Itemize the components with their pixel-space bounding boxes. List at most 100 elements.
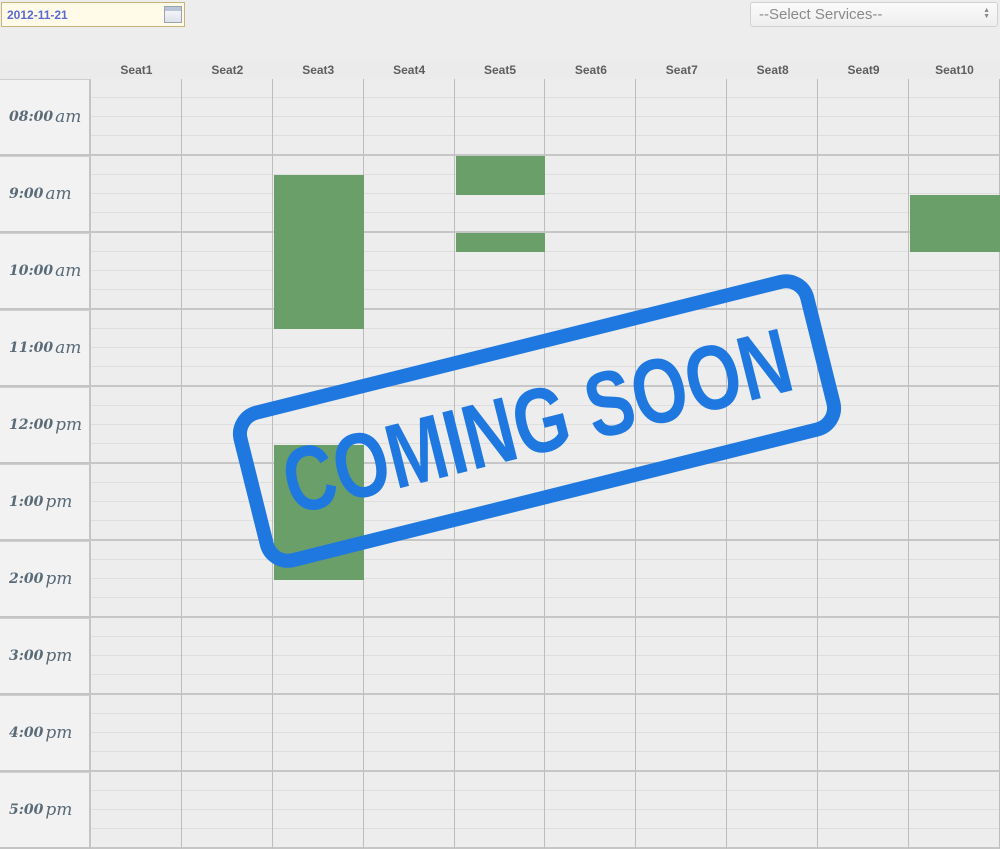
calendar-icon[interactable] bbox=[164, 6, 182, 23]
time-slot-cell[interactable] bbox=[545, 79, 637, 156]
time-slot-cell[interactable] bbox=[363, 233, 455, 310]
time-slot-cell[interactable] bbox=[636, 541, 728, 618]
time-slot-cell[interactable] bbox=[91, 387, 182, 464]
time-slot-cell[interactable] bbox=[91, 464, 182, 541]
time-slot-cell[interactable] bbox=[454, 772, 546, 849]
time-slot-cell[interactable] bbox=[91, 79, 182, 156]
time-slot-cell[interactable] bbox=[818, 310, 910, 387]
time-slot-cell[interactable] bbox=[727, 233, 819, 310]
time-slot-cell[interactable] bbox=[727, 695, 819, 772]
time-slot-cell[interactable] bbox=[363, 695, 455, 772]
time-slot-cell[interactable] bbox=[727, 79, 819, 156]
time-slot-cell[interactable] bbox=[363, 156, 455, 233]
time-slot-cell[interactable] bbox=[636, 695, 728, 772]
date-value[interactable]: 2012-11-21 bbox=[7, 8, 68, 22]
time-slot-cell[interactable] bbox=[909, 387, 1000, 464]
time-slot-cell[interactable] bbox=[818, 618, 910, 695]
time-slot-cell[interactable] bbox=[727, 618, 819, 695]
time-slot-cell[interactable] bbox=[636, 772, 728, 849]
time-slot-cell[interactable] bbox=[545, 233, 637, 310]
time-slot-cell[interactable] bbox=[272, 79, 364, 156]
time-slot-cell[interactable] bbox=[818, 695, 910, 772]
time-slot-cell[interactable] bbox=[545, 541, 637, 618]
time-slot-cell[interactable] bbox=[818, 464, 910, 541]
booking-block[interactable] bbox=[455, 156, 546, 195]
time-slot-cell[interactable] bbox=[454, 541, 546, 618]
time-slot-cell[interactable] bbox=[91, 772, 182, 849]
time-slot-cell[interactable] bbox=[181, 310, 273, 387]
time-slot-cell[interactable] bbox=[181, 79, 273, 156]
time-slot-cell[interactable] bbox=[545, 618, 637, 695]
time-slot-cell[interactable] bbox=[818, 233, 910, 310]
time-slot-cell[interactable] bbox=[727, 156, 819, 233]
time-slot-cell[interactable] bbox=[818, 156, 910, 233]
time-slot-cell[interactable] bbox=[181, 695, 273, 772]
time-slot-cell[interactable] bbox=[181, 618, 273, 695]
time-slot-cell[interactable] bbox=[363, 541, 455, 618]
time-slot-cell[interactable] bbox=[363, 310, 455, 387]
time-slot-cell[interactable] bbox=[363, 464, 455, 541]
time-slot-cell[interactable] bbox=[636, 79, 728, 156]
time-slot-cell[interactable] bbox=[454, 387, 546, 464]
time-slot-cell[interactable] bbox=[818, 541, 910, 618]
time-slot-cell[interactable] bbox=[454, 79, 546, 156]
time-slot-cell[interactable] bbox=[363, 79, 455, 156]
time-slot-cell[interactable] bbox=[545, 772, 637, 849]
booking-block[interactable] bbox=[273, 175, 364, 330]
time-slot-cell[interactable] bbox=[909, 772, 1000, 849]
time-slot-cell[interactable] bbox=[727, 387, 819, 464]
time-slot-cell[interactable] bbox=[545, 695, 637, 772]
time-slot-cell[interactable] bbox=[91, 156, 182, 233]
time-slot-cell[interactable] bbox=[909, 79, 1000, 156]
time-slot-cell[interactable] bbox=[636, 156, 728, 233]
time-slot-cell[interactable] bbox=[909, 464, 1000, 541]
time-slot-cell[interactable] bbox=[818, 387, 910, 464]
booking-block[interactable] bbox=[910, 194, 1000, 253]
time-slot-cell[interactable] bbox=[363, 618, 455, 695]
time-slot-cell[interactable] bbox=[363, 387, 455, 464]
time-slot-cell[interactable] bbox=[454, 464, 546, 541]
time-slot-cell[interactable] bbox=[727, 541, 819, 618]
time-slot-cell[interactable] bbox=[545, 387, 637, 464]
time-slot-cell[interactable] bbox=[727, 310, 819, 387]
time-slot-cell[interactable] bbox=[909, 695, 1000, 772]
services-select[interactable]: --Select Services-- ▲ ▼ bbox=[750, 2, 998, 27]
time-slot-cell[interactable] bbox=[181, 233, 273, 310]
time-slot-cell[interactable] bbox=[909, 618, 1000, 695]
time-slot-cell[interactable] bbox=[636, 233, 728, 310]
time-slot-cell[interactable] bbox=[181, 541, 273, 618]
date-picker-field[interactable]: 2012-11-21 bbox=[1, 2, 185, 27]
time-slot-cell[interactable] bbox=[363, 772, 455, 849]
time-slot-cell[interactable] bbox=[91, 618, 182, 695]
time-slot-cell[interactable] bbox=[181, 464, 273, 541]
time-slot-cell[interactable] bbox=[181, 156, 273, 233]
time-slot-cell[interactable] bbox=[272, 695, 364, 772]
time-slot-cell[interactable] bbox=[181, 772, 273, 849]
booking-block[interactable] bbox=[273, 444, 364, 580]
time-slot-cell[interactable] bbox=[454, 618, 546, 695]
time-slot-cell[interactable] bbox=[91, 233, 182, 310]
time-slot-cell[interactable] bbox=[454, 310, 546, 387]
time-slot-cell[interactable] bbox=[636, 387, 728, 464]
time-slot-cell[interactable] bbox=[181, 387, 273, 464]
time-slot-cell[interactable] bbox=[636, 618, 728, 695]
time-value: 11:00 bbox=[9, 340, 54, 356]
time-slot-cell[interactable] bbox=[454, 695, 546, 772]
time-slot-cell[interactable] bbox=[727, 772, 819, 849]
time-slot-cell[interactable] bbox=[91, 695, 182, 772]
time-slot-cell[interactable] bbox=[545, 156, 637, 233]
time-slot-cell[interactable] bbox=[91, 541, 182, 618]
time-slot-cell[interactable] bbox=[545, 464, 637, 541]
time-slot-cell[interactable] bbox=[727, 464, 819, 541]
time-slot-cell[interactable] bbox=[909, 541, 1000, 618]
time-slot-cell[interactable] bbox=[636, 464, 728, 541]
time-slot-cell[interactable] bbox=[272, 618, 364, 695]
time-slot-cell[interactable] bbox=[818, 772, 910, 849]
time-slot-cell[interactable] bbox=[272, 772, 364, 849]
time-slot-cell[interactable] bbox=[818, 79, 910, 156]
time-slot-cell[interactable] bbox=[636, 310, 728, 387]
time-slot-cell[interactable] bbox=[545, 310, 637, 387]
time-slot-cell[interactable] bbox=[909, 310, 1000, 387]
booking-block[interactable] bbox=[455, 233, 546, 253]
time-slot-cell[interactable] bbox=[91, 310, 182, 387]
